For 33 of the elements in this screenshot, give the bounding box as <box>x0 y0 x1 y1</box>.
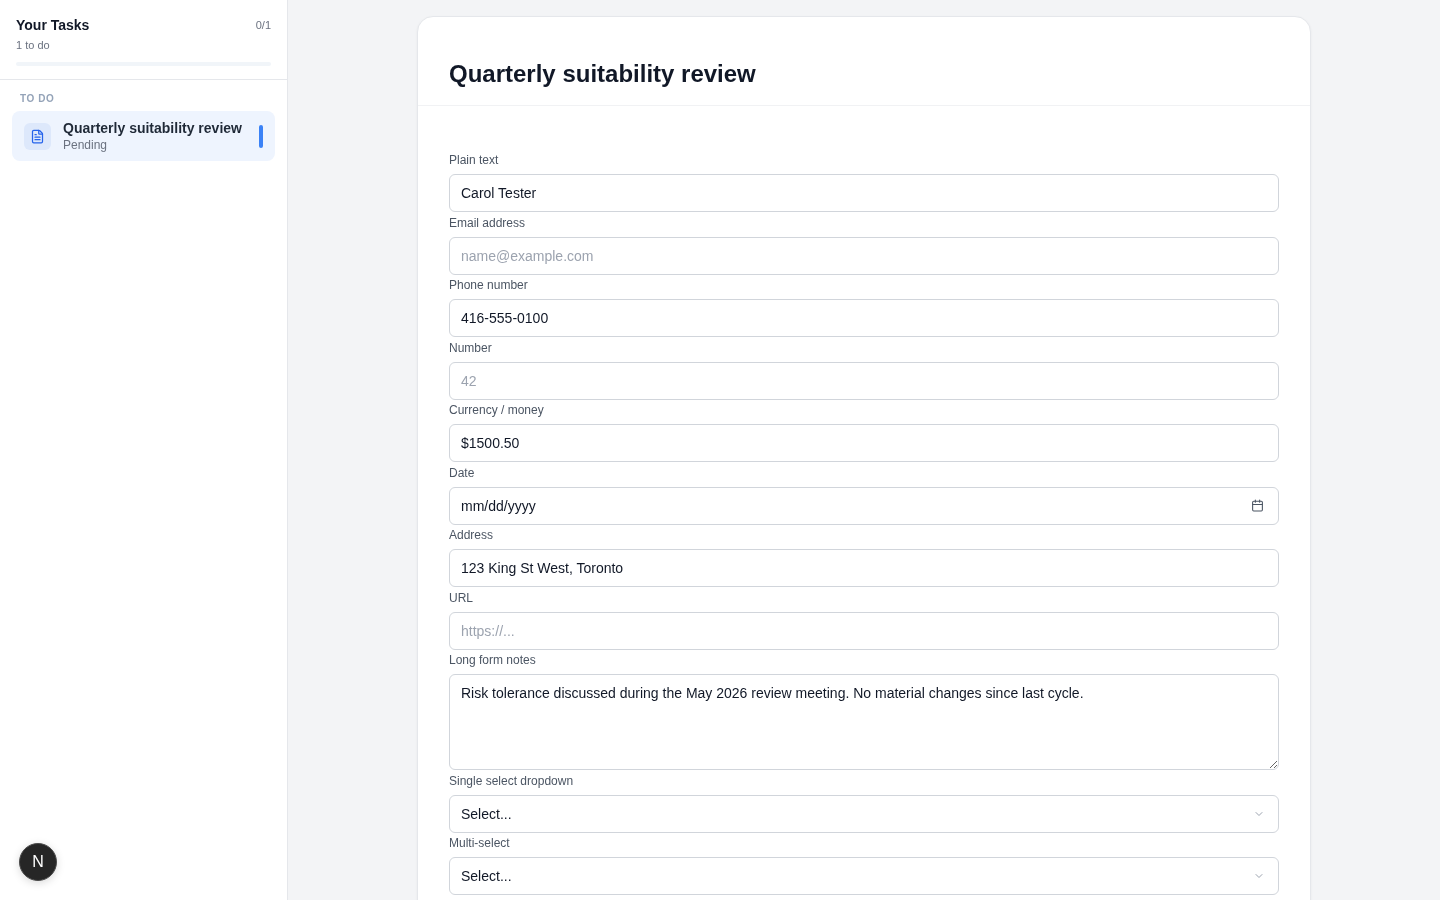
field-label: Date <box>449 464 475 481</box>
field-label: Address <box>449 527 494 543</box>
calendar-icon[interactable] <box>1251 499 1264 512</box>
text-field[interactable]: name@example.com <box>449 236 1279 275</box>
selection-indicator <box>259 124 263 148</box>
task-status: Pending <box>63 137 108 153</box>
field-label: URL <box>449 589 473 606</box>
field-label: Plain text <box>449 152 499 168</box>
field-label: Multi-select <box>449 835 510 851</box>
task-item[interactable]: Quarterly suitability review Pending <box>12 111 275 161</box>
section-label: TO DO <box>19 92 56 106</box>
text-field[interactable]: https://... <box>449 611 1279 650</box>
notes-field[interactable]: Risk tolerance discussed during the May 2026 review meeting. No material changes since last cycle. <box>449 674 1279 770</box>
sidebar-subtitle: 1 to do <box>16 38 51 52</box>
text-field[interactable]: 42 <box>449 361 1279 400</box>
date-field[interactable]: mm/dd/yyyy <box>449 486 1279 525</box>
text-field[interactable]: Carol Tester <box>449 174 1279 212</box>
field-label: Phone number <box>449 277 528 293</box>
task-count: 0/1 <box>255 18 271 33</box>
select-dropdown[interactable]: Select... <box>449 857 1279 895</box>
field-label: Number <box>449 339 492 356</box>
select-dropdown[interactable]: Select... <box>449 794 1279 833</box>
field-label: Long form notes <box>449 652 536 668</box>
form-title: Quarterly suitability review <box>449 59 756 89</box>
task-title: Quarterly suitability review <box>63 119 242 137</box>
field-label: Email address <box>449 214 526 231</box>
text-field[interactable]: 123 King St West, Toronto <box>449 549 1279 587</box>
sidebar-title: Your Tasks <box>16 16 90 34</box>
text-field[interactable]: $1500.50 <box>449 424 1279 462</box>
field-label: Currency / money <box>449 402 544 418</box>
text-field[interactable]: 416-555-0100 <box>449 299 1279 337</box>
field-label: Single select dropdown <box>449 772 574 789</box>
document-icon <box>24 122 51 150</box>
